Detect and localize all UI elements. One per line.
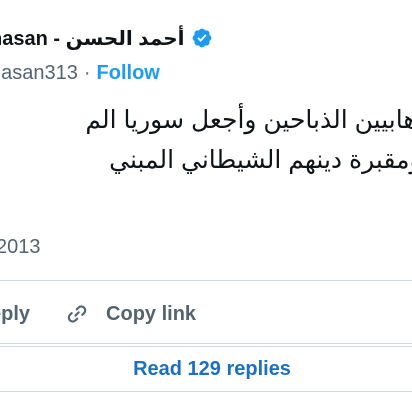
author-handle[interactable]: hasan313 (0, 62, 78, 85)
read-replies-button[interactable]: Read 129 replies (0, 346, 412, 392)
author-name[interactable]: hasan - أحمد الحسن (0, 26, 185, 51)
author-name-line[interactable]: hasan - أحمد الحسن (0, 22, 213, 54)
author-handle-line: hasan313 · Follow (0, 60, 160, 86)
divider-top (0, 280, 412, 281)
read-replies-label: Read 129 replies (133, 357, 291, 380)
reply-label: eply (0, 302, 31, 325)
separator-dot: · (83, 61, 91, 84)
tweet-text-line-2: م ومقبرة دينهم الشيطاني المبني (109, 146, 412, 174)
tweet-actions: eply Copy link (0, 296, 196, 332)
link-chain-icon (64, 301, 90, 327)
tweet-header: hasan - أحمد الحسن hasan313 · Follow (0, 22, 412, 84)
tweet-text: الوهابيين الذباحين وأجعل سوريا الم م ومق… (0, 100, 412, 180)
reply-button[interactable]: eply (0, 303, 30, 326)
copy-link-label: Copy link (106, 302, 197, 325)
tweet-card: hasan - أحمد الحسن hasan313 · Follow الو… (0, 0, 412, 412)
tweet-text-line-1: الوهابيين الذباحين وأجعل سوريا الم (85, 106, 412, 134)
tweet-timestamp[interactable]: 2013 (0, 236, 41, 259)
verified-badge-icon (191, 27, 213, 49)
divider-bottom (0, 343, 412, 344)
follow-button[interactable]: Follow (97, 62, 160, 85)
copy-link-button[interactable]: Copy link (30, 301, 196, 327)
